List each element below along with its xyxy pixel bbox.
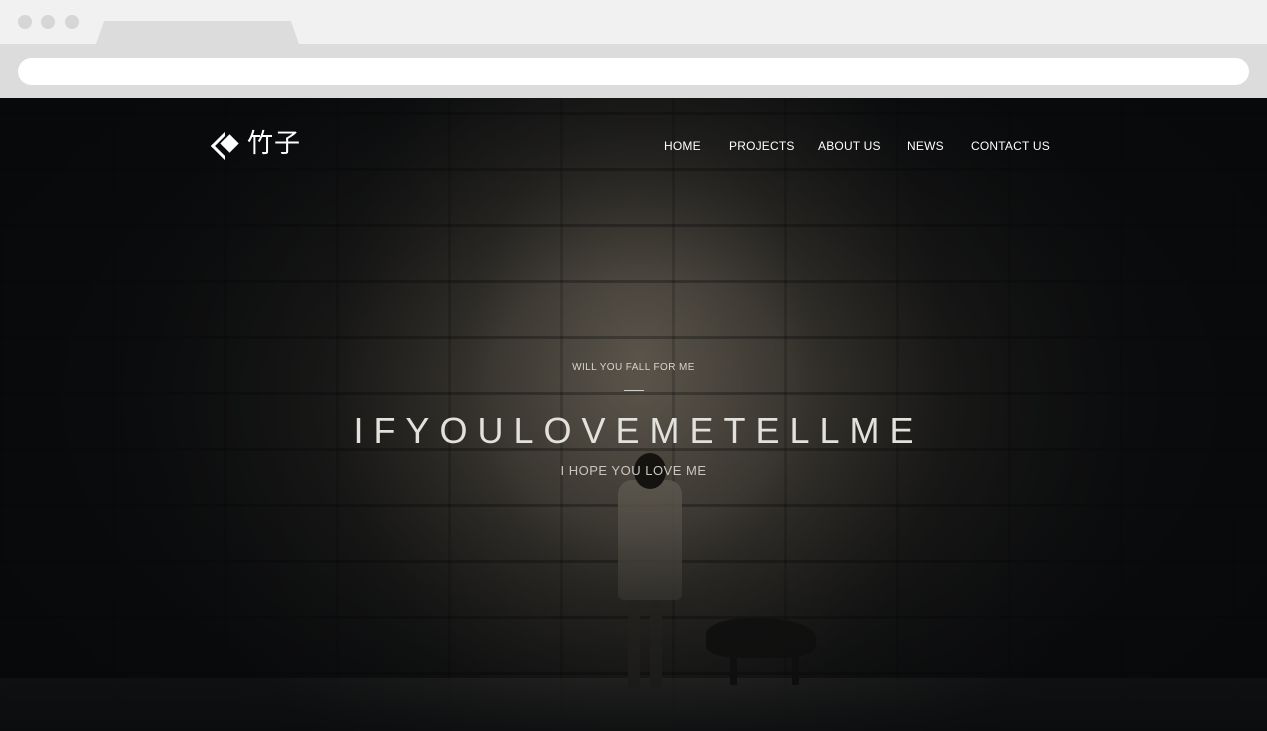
address-bar[interactable]: [18, 58, 1249, 85]
main-nav: HOME PROJECTS ABOUT US NEWS CONTACT US: [0, 136, 1267, 156]
browser-titlebar: [0, 0, 1267, 44]
browser-window: 竹子 HOME PROJECTS ABOUT US NEWS CONTACT U…: [0, 0, 1267, 731]
maximize-window-dot-icon[interactable]: [65, 15, 79, 29]
nav-item-home[interactable]: HOME: [664, 136, 701, 156]
browser-tab[interactable]: [96, 21, 299, 44]
close-window-dot-icon[interactable]: [18, 15, 32, 29]
nav-item-contact-us[interactable]: CONTACT US: [971, 136, 1050, 156]
browser-chrome: [0, 0, 1267, 98]
hero-kicker: WILL YOU FALL FOR ME: [572, 362, 695, 373]
hero-headline: IFYOULOVEMETELLME: [353, 410, 924, 451]
nav-item-about-us[interactable]: ABOUT US: [818, 136, 881, 156]
nav-item-news[interactable]: NEWS: [907, 136, 944, 156]
minimize-window-dot-icon[interactable]: [41, 15, 55, 29]
hero-divider: [624, 390, 644, 391]
nav-item-projects[interactable]: PROJECTS: [729, 136, 795, 156]
hero-subhead: I HOPE YOU LOVE ME: [560, 463, 707, 478]
